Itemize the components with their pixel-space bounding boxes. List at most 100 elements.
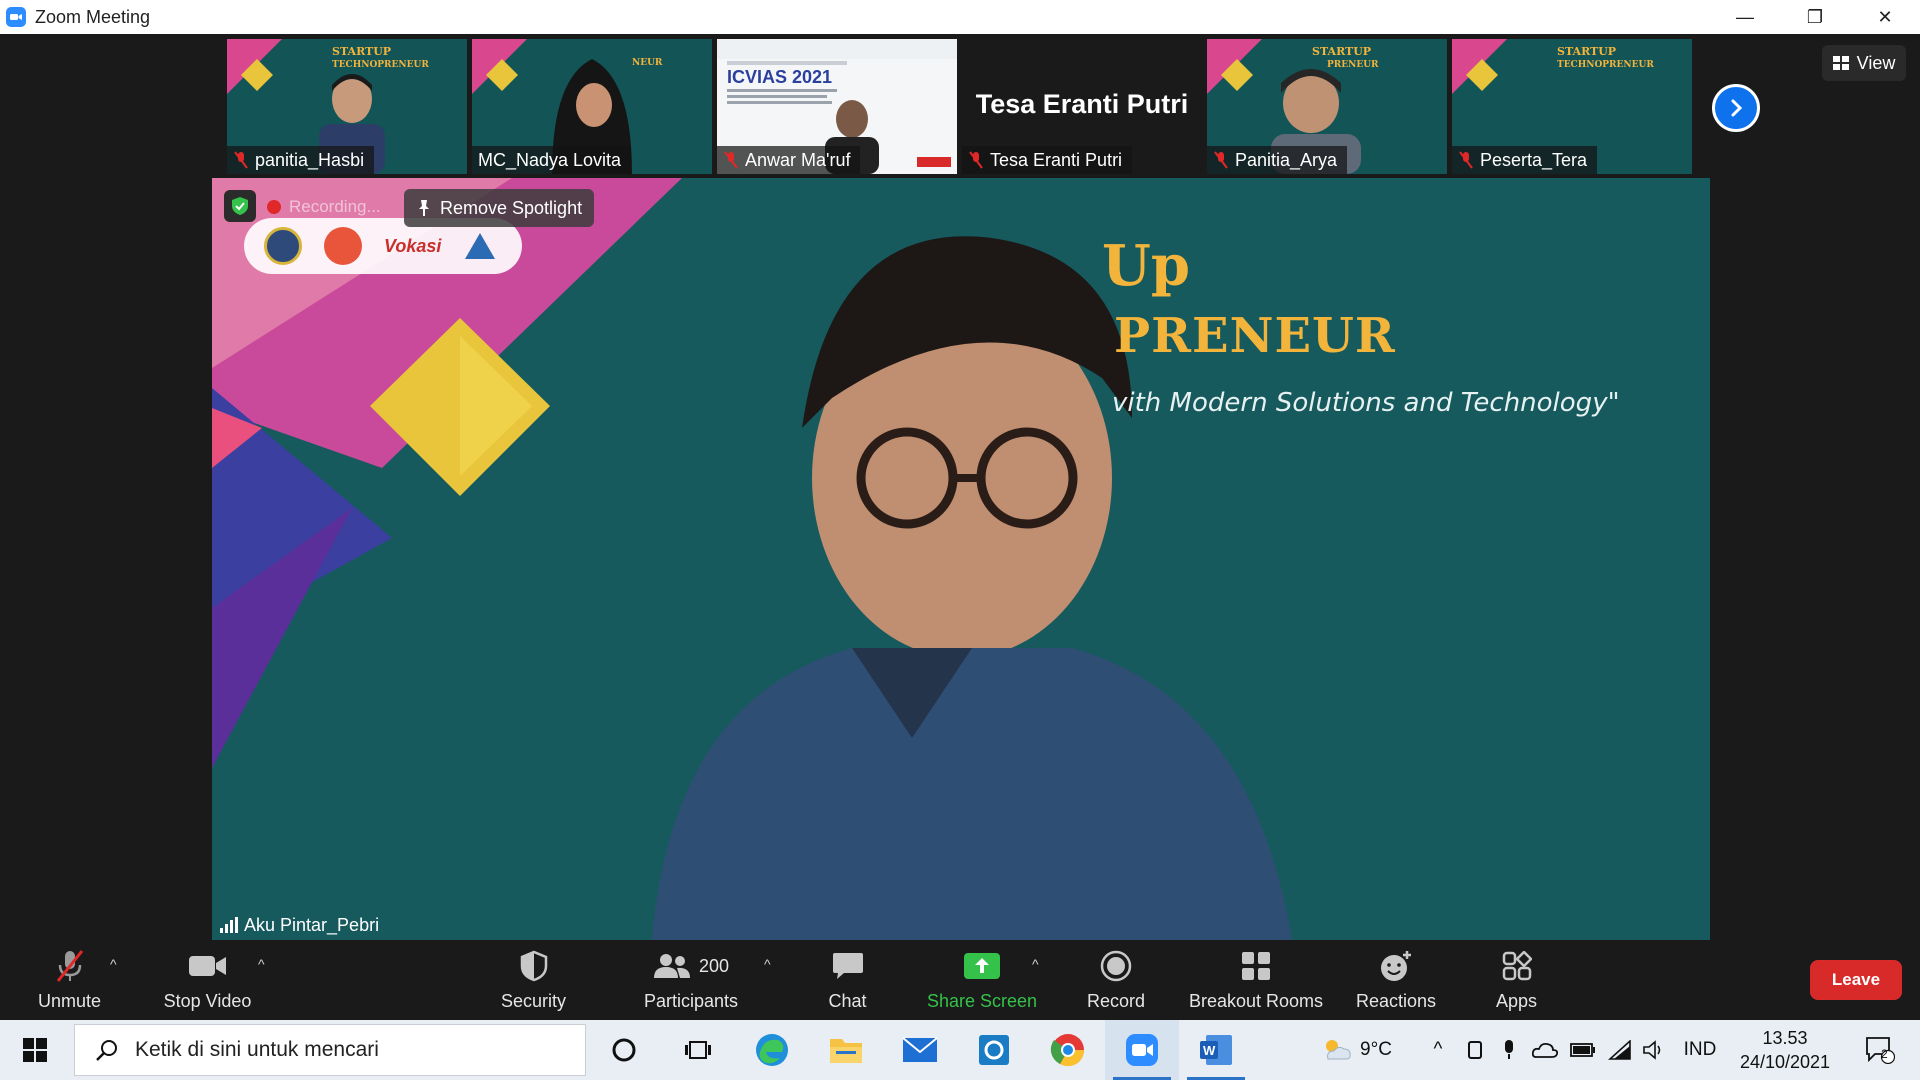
- start-button[interactable]: [0, 1020, 70, 1080]
- leave-label: Leave: [1831, 970, 1881, 989]
- signal-strength-icon: [220, 917, 238, 933]
- breakout-rooms-icon: [1242, 952, 1270, 980]
- svg-text:STARTUP: STARTUP: [332, 45, 391, 58]
- file-explorer-app[interactable]: [809, 1020, 883, 1080]
- encryption-badge[interactable]: [224, 190, 256, 222]
- wifi-tray[interactable]: [1604, 1020, 1636, 1080]
- volume-tray[interactable]: [1638, 1020, 1670, 1080]
- participant-display-name: Tesa Eranti Putri: [975, 89, 1189, 119]
- svg-text:PRENEUR: PRENEUR: [1327, 60, 1379, 70]
- breakout-rooms-label: Breakout Rooms: [1188, 991, 1324, 1011]
- video-options-caret[interactable]: ^: [258, 956, 265, 972]
- shield-check-icon: [232, 197, 248, 215]
- unmute-button[interactable]: Unmute: [22, 940, 117, 1020]
- language-label: IND: [1683, 1039, 1717, 1060]
- participant-tile[interactable]: ICVIAS 2021 Anwar Ma'ruf: [717, 39, 957, 174]
- battery-tray[interactable]: [1566, 1020, 1600, 1080]
- reactions-label: Reactions: [1355, 991, 1437, 1011]
- participants-options-caret[interactable]: ^: [764, 956, 771, 972]
- meet-now-tray[interactable]: [1460, 1020, 1490, 1080]
- battery-icon: [1570, 1043, 1595, 1057]
- onedrive-tray[interactable]: [1528, 1020, 1562, 1080]
- taskbar-search-box[interactable]: Ketik di sini untuk mencari: [74, 1024, 586, 1076]
- security-label: Security: [500, 991, 567, 1011]
- svg-text:TECHNOPRENEUR: TECHNOPRENEUR: [332, 60, 429, 70]
- share-screen-label: Share Screen: [926, 991, 1038, 1011]
- mail-envelope-icon: [902, 1037, 938, 1062]
- participant-name-tag: MC_Nadya Lovita: [472, 146, 632, 174]
- notification-count: 2: [1881, 1047, 1888, 1061]
- outlook-icon: [979, 1035, 1009, 1065]
- breakout-rooms-button[interactable]: Breakout Rooms: [1187, 940, 1325, 1020]
- share-screen-button[interactable]: Share Screen: [925, 940, 1039, 1020]
- reactions-smile-icon: [1381, 951, 1411, 981]
- spotlight-video[interactable]: Up PRENEUR vith Modern Solutions and Tec…: [212, 178, 1710, 940]
- close-icon: ✕: [1877, 6, 1893, 27]
- notifications-icon: [1866, 1037, 1895, 1064]
- record-button[interactable]: Record: [1083, 940, 1149, 1020]
- microphone-tray[interactable]: [1494, 1020, 1524, 1080]
- cortana-circle-icon: [612, 1038, 636, 1062]
- share-screen-icon: [964, 953, 1000, 979]
- close-window-button[interactable]: ✕: [1850, 0, 1920, 34]
- remove-spotlight-label: Remove Spotlight: [440, 197, 583, 218]
- participant-name: Peserta_Tera: [1480, 149, 1588, 170]
- leave-button[interactable]: Leave: [1810, 960, 1902, 1000]
- participant-tile[interactable]: Tesa Eranti Putri Tesa Eranti Putri: [962, 39, 1202, 174]
- reactions-button[interactable]: Reactions: [1355, 940, 1437, 1020]
- outlook-app[interactable]: [957, 1020, 1031, 1080]
- gallery-strip: STARTUP TECHNOPRENEUR panitia_Hasbi NEUR: [227, 39, 1692, 174]
- taskbar-clock[interactable]: 13.53 24/10/2021: [1730, 1026, 1840, 1074]
- stop-video-button[interactable]: Stop Video: [155, 940, 260, 1020]
- audio-options-caret[interactable]: ^: [110, 956, 117, 972]
- meeting-toolbar: Unmute ^ Stop Video ^ Security 200 Parti…: [0, 940, 1920, 1020]
- microphone-icon: [1505, 1040, 1513, 1059]
- view-button[interactable]: View: [1822, 45, 1906, 81]
- participants-button[interactable]: 200 Participants: [635, 940, 747, 1020]
- participant-tile[interactable]: STARTUP TECHNOPRENEUR Peserta_Tera: [1452, 39, 1692, 174]
- show-hidden-icons-button[interactable]: ^: [1426, 1020, 1450, 1080]
- maximize-button[interactable]: ❐: [1780, 0, 1850, 34]
- svg-text:NEUR: NEUR: [632, 58, 663, 68]
- pin-icon: [419, 200, 429, 216]
- word-app[interactable]: W: [1179, 1020, 1253, 1080]
- remove-spotlight-button[interactable]: Remove Spotlight: [404, 189, 595, 227]
- windows-logo-icon: [23, 1038, 47, 1062]
- muted-mic-icon: [1459, 151, 1473, 169]
- input-language-indicator[interactable]: IND: [1680, 1020, 1720, 1080]
- participant-tile[interactable]: NEUR MC_Nadya Lovita: [472, 39, 712, 174]
- speaker-video-frame: [212, 178, 1710, 940]
- muted-mic-icon: [234, 151, 248, 169]
- participant-tile[interactable]: STARTUP PRENEUR Panitia_Arya: [1207, 39, 1447, 174]
- share-options-caret[interactable]: ^: [1032, 956, 1039, 972]
- participants-label: Participants: [643, 991, 739, 1011]
- svg-text:STARTUP: STARTUP: [1312, 45, 1371, 58]
- search-icon: [96, 1040, 117, 1061]
- svg-text:W: W: [1203, 1043, 1216, 1058]
- muted-mic-icon: [969, 151, 983, 169]
- chrome-app[interactable]: [1031, 1020, 1105, 1080]
- task-view-button[interactable]: [661, 1020, 735, 1080]
- video-camera-icon: [188, 956, 226, 976]
- zoom-app[interactable]: [1105, 1020, 1179, 1080]
- svg-text:STARTUP: STARTUP: [1557, 45, 1616, 58]
- participant-name: panitia_Hasbi: [255, 149, 365, 170]
- apps-button[interactable]: Apps: [1494, 940, 1539, 1020]
- security-button[interactable]: Security: [490, 940, 577, 1020]
- next-page-button[interactable]: [1712, 84, 1760, 132]
- weather-widget[interactable]: 9°C: [1320, 1020, 1394, 1080]
- speaker-volume-icon: [1643, 1040, 1661, 1060]
- device-tray-icon: [1468, 1041, 1482, 1059]
- action-center-button[interactable]: 2: [1856, 1020, 1904, 1080]
- slide-title: ICVIAS 2021: [727, 67, 833, 87]
- title-bar: Zoom Meeting — ❐ ✕: [0, 0, 1920, 34]
- mail-app[interactable]: [883, 1020, 957, 1080]
- zoom-icon: [1126, 1034, 1158, 1066]
- restore-icon: ❐: [1806, 6, 1824, 27]
- minimize-button[interactable]: —: [1710, 0, 1780, 34]
- chat-button[interactable]: Chat: [820, 940, 875, 1020]
- weather-temperature: 9°C: [1360, 1039, 1392, 1060]
- cortana-button[interactable]: [587, 1020, 661, 1080]
- participant-tile[interactable]: STARTUP TECHNOPRENEUR panitia_Hasbi: [227, 39, 467, 174]
- edge-app[interactable]: [735, 1020, 809, 1080]
